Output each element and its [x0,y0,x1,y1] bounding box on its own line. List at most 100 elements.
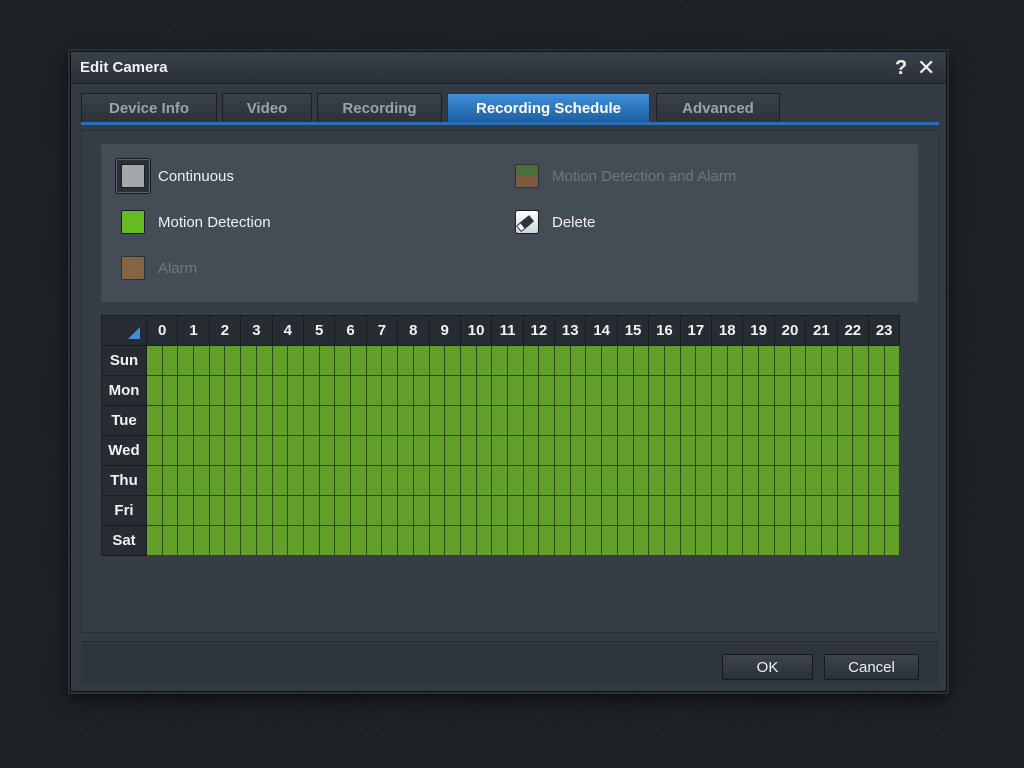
schedule-cell[interactable] [852,525,869,556]
schedule-cell[interactable] [883,345,901,376]
schedule-cell[interactable] [554,495,571,526]
schedule-cell[interactable] [711,525,728,556]
schedule-cell[interactable] [255,435,273,466]
hour-header[interactable]: 12 [522,315,556,346]
schedule-cell[interactable] [334,345,352,376]
schedule-cell[interactable] [444,405,461,436]
schedule-cell[interactable] [146,495,163,526]
schedule-cell[interactable] [805,495,822,526]
schedule-cell[interactable] [538,525,556,556]
schedule-cell[interactable] [695,375,713,406]
schedule-cell[interactable] [522,435,540,466]
schedule-cell[interactable] [177,405,195,436]
schedule-cell[interactable] [271,345,289,376]
schedule-cell[interactable] [412,405,430,436]
schedule-cell[interactable] [287,495,304,526]
schedule-cell[interactable] [397,465,414,496]
schedule-cell[interactable] [318,375,336,406]
schedule-cell[interactable] [208,525,226,556]
schedule-cell[interactable] [726,495,744,526]
schedule-cell[interactable] [161,345,179,376]
schedule-cell[interactable] [334,465,352,496]
schedule-cell[interactable] [522,405,540,436]
schedule-cell[interactable] [208,345,226,376]
schedule-cell[interactable] [883,375,901,406]
schedule-cell[interactable] [381,405,399,436]
schedule-cell[interactable] [491,525,508,556]
schedule-cell[interactable] [318,405,336,436]
schedule-cell[interactable] [240,345,257,376]
schedule-cell[interactable] [852,495,869,526]
schedule-cell[interactable] [193,375,210,406]
schedule-cell[interactable] [240,525,257,556]
tab-video[interactable]: Video [222,93,312,122]
schedule-cell[interactable] [616,525,634,556]
hour-header[interactable]: 3 [240,315,273,346]
hour-header[interactable]: 10 [459,315,493,346]
schedule-cell[interactable] [679,525,697,556]
schedule-cell[interactable] [412,375,430,406]
schedule-cell[interactable] [506,345,524,376]
schedule-cell[interactable] [648,495,665,526]
schedule-cell[interactable] [663,405,681,436]
schedule-cell[interactable] [444,495,461,526]
schedule-cell[interactable] [302,345,320,376]
schedule-cell[interactable] [773,525,791,556]
hour-header[interactable]: 9 [428,315,461,346]
schedule-cell[interactable] [412,345,430,376]
schedule-cell[interactable] [302,435,320,466]
schedule-cell[interactable] [820,465,838,496]
schedule-cell[interactable] [538,495,556,526]
hour-header[interactable]: 13 [554,315,587,346]
schedule-cell[interactable] [616,375,634,406]
schedule-cell[interactable] [177,375,195,406]
schedule-cell[interactable] [287,465,304,496]
schedule-cell[interactable] [695,465,713,496]
schedule-cell[interactable] [444,345,461,376]
schedule-cell[interactable] [397,525,414,556]
legend-continuous[interactable]: Continuous [115,158,234,194]
schedule-cell[interactable] [758,525,775,556]
schedule-cell[interactable] [836,345,854,376]
schedule-cell[interactable] [867,375,885,406]
schedule-cell[interactable] [318,435,336,466]
schedule-cell[interactable] [789,345,807,376]
schedule-cell[interactable] [648,375,665,406]
schedule-cell[interactable] [491,435,508,466]
schedule-cell[interactable] [522,495,540,526]
schedule-cell[interactable] [255,405,273,436]
schedule-cell[interactable] [663,465,681,496]
schedule-cell[interactable] [742,495,760,526]
schedule-cell[interactable] [773,375,791,406]
schedule-cell[interactable] [522,465,540,496]
hour-header[interactable]: 0 [145,315,179,346]
schedule-cell[interactable] [820,405,838,436]
schedule-cell[interactable] [632,405,650,436]
cancel-button[interactable]: Cancel [824,654,919,680]
schedule-cell[interactable] [663,495,681,526]
schedule-cell[interactable] [758,495,775,526]
schedule-cell[interactable] [459,495,477,526]
schedule-cell[interactable] [365,465,383,496]
schedule-cell[interactable] [569,435,587,466]
schedule-cell[interactable] [177,495,195,526]
schedule-cell[interactable] [569,465,587,496]
schedule-cell[interactable] [365,525,383,556]
schedule-cell[interactable] [711,345,728,376]
schedule-cell[interactable] [193,495,210,526]
schedule-cell[interactable] [836,375,854,406]
schedule-cell[interactable] [836,465,854,496]
schedule-cell[interactable] [616,435,634,466]
schedule-cell[interactable] [412,435,430,466]
schedule-cell[interactable] [350,525,367,556]
schedule-cell[interactable] [193,435,210,466]
schedule-cell[interactable] [836,495,854,526]
schedule-cell[interactable] [632,525,650,556]
help-icon[interactable]: ? [895,56,907,80]
schedule-cell[interactable] [334,435,352,466]
schedule-cell[interactable] [365,345,383,376]
schedule-cell[interactable] [161,435,179,466]
schedule-cell[interactable] [161,495,179,526]
schedule-cell[interactable] [506,435,524,466]
schedule-cell[interactable] [302,495,320,526]
